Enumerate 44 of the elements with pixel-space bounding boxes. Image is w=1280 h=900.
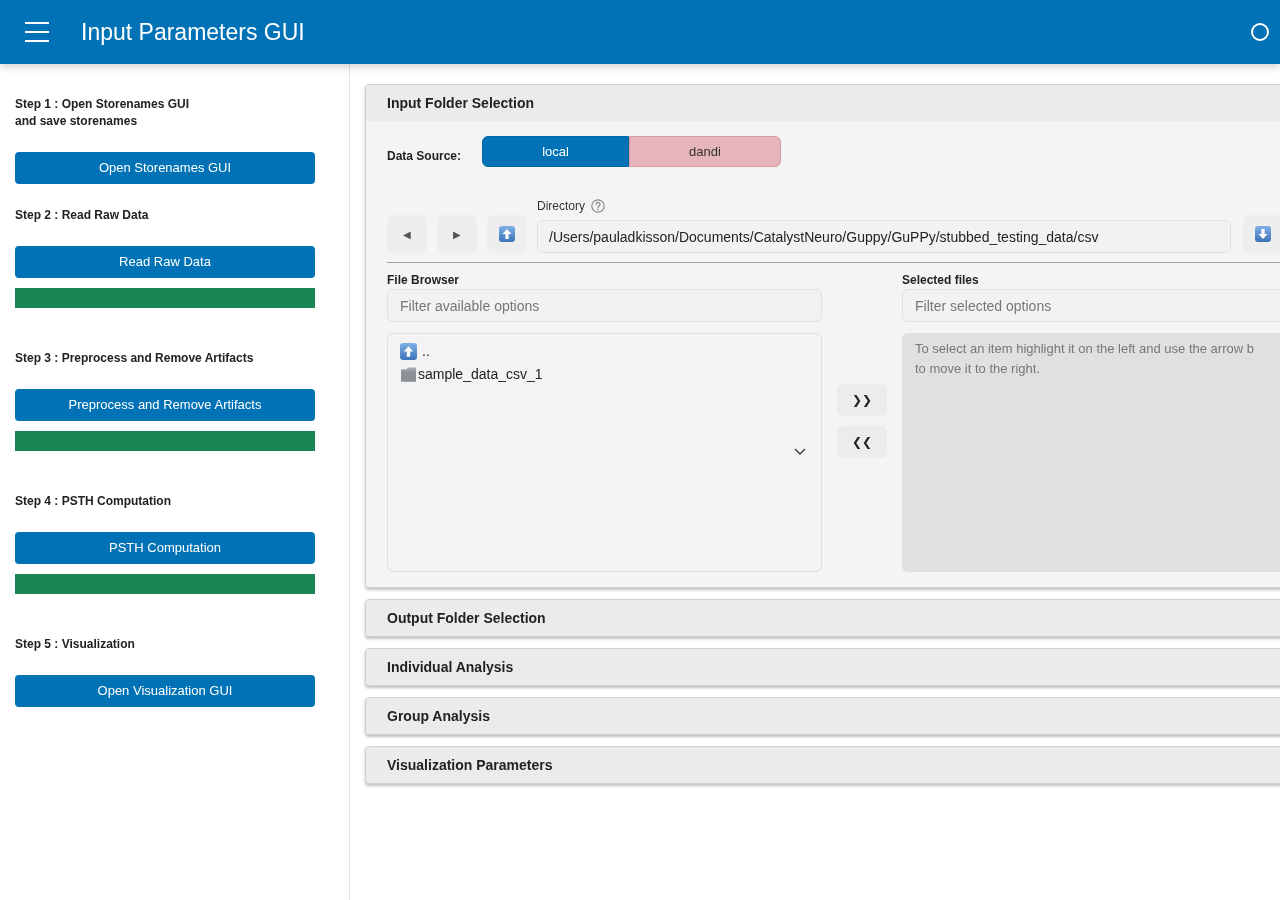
step-label: Step 2 : Read Raw Data	[15, 207, 149, 224]
section-header[interactable]: Input Folder Selection	[366, 85, 1280, 121]
step-button[interactable]: Preprocess and Remove Artifacts	[15, 389, 315, 421]
toggle-option[interactable]: dandi	[629, 136, 781, 167]
toggle-option[interactable]: local	[482, 136, 629, 167]
nav-button[interactable]: ◀	[387, 215, 427, 253]
step-label: Step 3 : Preprocess and Remove Artifacts	[15, 350, 254, 367]
step-label: Step 1 : Open Storenames GUI and save storenames	[15, 96, 190, 130]
up-arrow-icon	[499, 226, 515, 242]
file-list-item[interactable]: ..	[400, 340, 434, 363]
field-label: File Browser	[387, 273, 460, 287]
directory-field[interactable]: /Users/pauladkisson/Documents/CatalystNeuro/Guppy/GuPPy/stubbed_testing_data/csv	[537, 220, 1231, 253]
transfer-button[interactable]: ❯❯	[837, 384, 887, 416]
step-button[interactable]: Read Raw Data	[15, 246, 315, 278]
down-button[interactable]	[1243, 215, 1280, 253]
field-label: Data Source:	[387, 149, 462, 163]
field-label: Directory	[537, 198, 585, 214]
status-ring-icon	[1250, 22, 1270, 42]
section-header[interactable]: Visualization Parameters	[366, 747, 1280, 783]
transfer-button[interactable]: ❮❮	[837, 426, 887, 458]
step-button[interactable]: PSTH Computation	[15, 532, 315, 564]
step-button[interactable]: Open Visualization GUI	[15, 675, 315, 707]
help-icon[interactable]	[591, 199, 605, 213]
file-list[interactable]: .. sample_data_csv_1	[387, 333, 822, 572]
step-label: Step 4 : PSTH Computation	[15, 493, 171, 510]
filter-field[interactable]: Filter available options	[387, 289, 822, 322]
field-label: Selected files	[902, 273, 979, 287]
step-button[interactable]: Open Storenames GUI	[15, 152, 315, 184]
folder-icon	[400, 366, 417, 383]
filter-field[interactable]: Filter selected options	[902, 289, 1280, 322]
app-title: Input Parameters GUI	[81, 20, 305, 44]
up-arrow-icon	[400, 343, 417, 360]
section-header[interactable]: Output Folder Selection	[366, 600, 1280, 636]
file-list-item[interactable]: sample_data_csv_1	[400, 363, 547, 386]
nav-button[interactable]: ▶	[437, 215, 477, 253]
up-button[interactable]	[487, 215, 527, 253]
section-header[interactable]: Group Analysis	[366, 698, 1280, 734]
hint-text: To select an item highlight it on the left and use the arrow b to move it to the right.	[915, 340, 1254, 378]
down-arrow-icon	[1255, 226, 1271, 242]
step-label: Step 5 : Visualization	[15, 636, 135, 653]
section-header[interactable]: Individual Analysis	[366, 649, 1280, 685]
selected-list[interactable]: To select an item highlight it on the left and use the arrow b to move it to the right.	[902, 333, 1280, 572]
menu-icon[interactable]	[25, 22, 49, 42]
chevron-down-icon	[794, 448, 806, 455]
